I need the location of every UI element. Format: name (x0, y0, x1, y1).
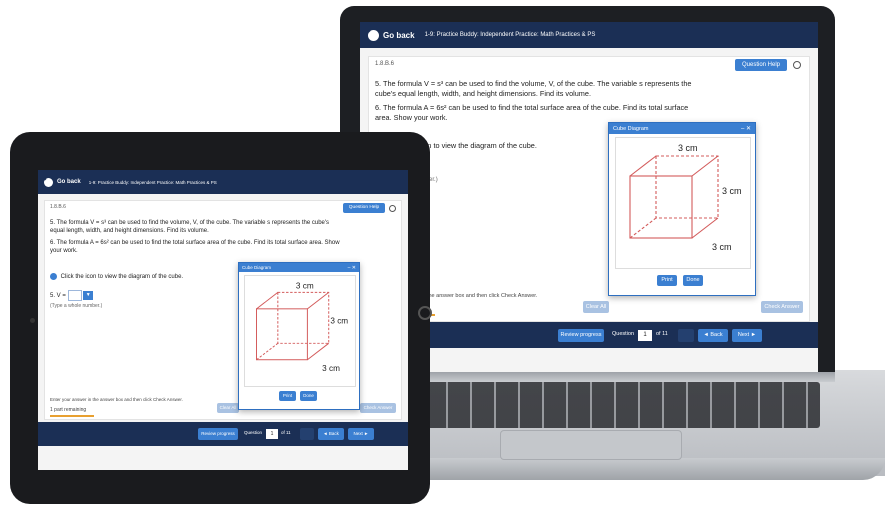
go-back-label: Go back (383, 30, 415, 40)
cube-figure: 3 cm 3 cm 3 cm (615, 137, 751, 269)
bottom-nav-bar-tablet: Review progress Question 1 of 11 ◄ Back … (38, 422, 408, 446)
popup-header: Cube Diagram – ✕ (609, 123, 755, 134)
clear-all-button[interactable]: Clear All (217, 403, 239, 413)
top-nav-bar-tablet: Go back 1-9: Practice Buddy: Independent… (38, 170, 408, 194)
question-total: of 11 (281, 430, 291, 435)
question-6-text: 6. The formula A = 6s² can be used to fi… (375, 103, 689, 122)
answer-label: 5. V = (50, 293, 66, 300)
cube-diagram-popup: Cube Diagram – ✕ 3 cm 3 cm 3 cm Print Do… (608, 122, 756, 296)
cube-svg: 3 cm 3 cm 3 cm (629, 143, 742, 252)
page-slot (300, 428, 314, 440)
instructions-text: Enter your answer in the answer box and … (50, 397, 183, 402)
breadcrumb: 1.8.B.6 (375, 61, 395, 67)
question-help-button[interactable]: Question Help (735, 59, 787, 71)
popup-window-controls-icon[interactable]: – ✕ (348, 265, 356, 271)
laptop-keyboard (400, 382, 820, 428)
cube-right-label: 3 cm (330, 317, 348, 326)
question-label: Question (612, 331, 635, 337)
cube-top-label: 3 cm (296, 281, 314, 290)
review-progress-button[interactable]: Review progress (558, 329, 604, 342)
top-nav-bar: Go back 1-9: Practice Buddy: Independent… (360, 22, 818, 48)
question-5-text: 5. The formula V = s³ can be used to fin… (375, 79, 692, 98)
print-button[interactable]: Print (657, 275, 677, 286)
chevron-down-icon[interactable]: ▼ (83, 291, 94, 300)
question-label: Question (244, 430, 263, 435)
question-5-text: 5. The formula V = s³ can be used to fin… (50, 220, 330, 234)
review-progress-button[interactable]: Review progress (198, 428, 238, 440)
done-button[interactable]: Done (683, 275, 703, 286)
question-number-input[interactable]: 1 (266, 429, 278, 439)
go-back-label: Go back (57, 179, 81, 185)
go-back-link[interactable]: Go back (368, 29, 415, 41)
cube-bottom-label: 3 cm (322, 364, 340, 373)
assignment-title: 1-9: Practice Buddy: Independent Practic… (88, 179, 217, 185)
check-answer-button[interactable]: Check Answer (360, 403, 396, 413)
tablet-screen: Go back 1-9: Practice Buddy: Independent… (38, 170, 408, 470)
answer-row: 5. V = ▼ (50, 290, 94, 301)
assignment-title: 1-9: Practice Buddy: Independent Practic… (424, 32, 596, 38)
cube-figure: 3 cm 3 cm 3 cm (244, 275, 356, 387)
print-button[interactable]: Print (279, 391, 296, 401)
popup-window-controls-icon[interactable]: – ✕ (741, 125, 751, 132)
question-6-text: 6. The formula A = 6s² can be used to fi… (50, 240, 340, 254)
popup-title: Cube Diagram (613, 125, 649, 132)
back-arrow-icon (368, 29, 379, 41)
laptop-trackpad (500, 430, 682, 460)
done-button[interactable]: Done (300, 391, 317, 401)
progress-bar (50, 415, 94, 417)
answer-hint: (Type a whole number.) (50, 303, 103, 309)
cube-right-label: 3 cm (722, 186, 742, 196)
cube-diagram-icon[interactable] (50, 273, 57, 280)
answer-input[interactable] (67, 290, 82, 301)
settings-gear-icon[interactable] (389, 205, 396, 212)
cube-top-label: 3 cm (678, 143, 698, 153)
tablet-camera (30, 318, 35, 323)
page-slot (678, 329, 694, 342)
check-answer-button[interactable]: Check Answer (761, 301, 803, 313)
settings-gear-icon[interactable] (793, 61, 801, 69)
next-button[interactable]: Next ► (348, 428, 374, 440)
click-icon-row: Click the icon to view the diagram of th… (50, 273, 230, 280)
back-button[interactable]: ◄ Back (318, 428, 344, 440)
back-arrow-icon (44, 177, 53, 187)
cube-bottom-label: 3 cm (712, 242, 732, 252)
breadcrumb: 1.8.B.6 (50, 204, 66, 210)
popup-title: Cube Diagram (242, 265, 272, 270)
next-button[interactable]: Next ► (732, 329, 762, 342)
question-number-input[interactable]: 1 (638, 330, 652, 341)
go-back-link-tablet[interactable]: Go back (44, 177, 81, 187)
parts-remaining: 1 part remaining (50, 407, 87, 413)
question-total: of 11 (656, 331, 668, 337)
question-help-button[interactable]: Question Help (343, 203, 385, 213)
cube-diagram-popup: Cube Diagram – ✕ 3 cm 3 cm 3 cm Print Do… (238, 262, 360, 410)
back-button[interactable]: ◄ Back (698, 329, 728, 342)
clear-all-button[interactable]: Clear All (583, 301, 609, 313)
popup-header: Cube Diagram – ✕ (239, 263, 359, 272)
cube-svg: 3 cm 3 cm 3 cm (255, 281, 348, 373)
click-icon-text: Click the icon to view the diagram of th… (60, 274, 184, 281)
tablet-home-button (418, 306, 432, 320)
